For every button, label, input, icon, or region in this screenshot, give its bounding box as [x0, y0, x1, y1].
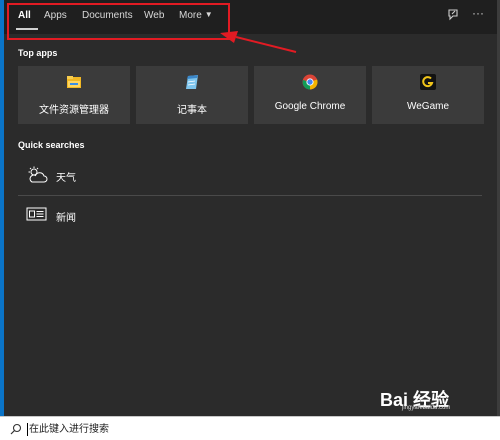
file-explorer-icon — [67, 76, 81, 88]
weather-icon — [28, 166, 48, 183]
wegame-icon — [420, 74, 436, 90]
quick-search-label: 天气 — [56, 173, 76, 184]
accent-edge — [0, 0, 4, 416]
app-tile-file-explorer[interactable]: 文件资源管理器 — [18, 66, 130, 124]
app-label: Google Chrome — [274, 101, 346, 112]
app-label: WeGame — [406, 101, 450, 112]
quick-search-label: 新闻 — [56, 213, 76, 224]
more-options-icon[interactable]: ··· — [472, 6, 484, 20]
tab-documents[interactable]: Documents — [82, 10, 133, 21]
top-apps-title: Top apps — [18, 48, 58, 58]
search-panel: All Apps Documents Web More ▼ ··· Top app… — [0, 0, 500, 416]
text-caret — [27, 423, 28, 436]
feedback-icon[interactable] — [446, 8, 460, 27]
search-icon — [10, 423, 22, 435]
app-tile-notepad[interactable]: 记事本 — [136, 66, 248, 124]
notepad-icon — [186, 75, 198, 89]
divider — [18, 195, 482, 196]
tab-more-label: More — [179, 10, 202, 21]
news-icon — [26, 207, 47, 221]
search-input[interactable] — [29, 420, 329, 438]
tab-all[interactable]: All — [18, 10, 31, 21]
tab-more[interactable]: More ▼ — [179, 10, 213, 21]
taskbar-search-box[interactable] — [0, 416, 500, 440]
chevron-down-icon: ▼ — [204, 10, 213, 19]
quick-searches-title: Quick searches — [18, 140, 85, 150]
quick-search-news[interactable]: 新闻 — [18, 200, 482, 230]
tab-bar: All Apps Documents Web More ▼ ··· — [4, 0, 497, 34]
tab-apps[interactable]: Apps — [44, 10, 67, 21]
app-tile-google-chrome[interactable]: Google Chrome — [254, 66, 366, 124]
tab-web[interactable]: Web — [144, 10, 164, 21]
chrome-icon — [302, 74, 318, 90]
watermark-url: jingyan.baidu.com — [402, 405, 451, 411]
app-label: 文件资源管理器 — [39, 105, 109, 116]
quick-search-weather[interactable]: 天气 — [18, 160, 482, 190]
baidu-jingyan-watermark: Bai 经验 jingyan.baidu.com — [380, 386, 451, 412]
app-tile-wegame[interactable]: WeGame — [372, 66, 484, 124]
app-label: 记事本 — [177, 105, 207, 116]
active-tab-indicator — [16, 28, 38, 30]
